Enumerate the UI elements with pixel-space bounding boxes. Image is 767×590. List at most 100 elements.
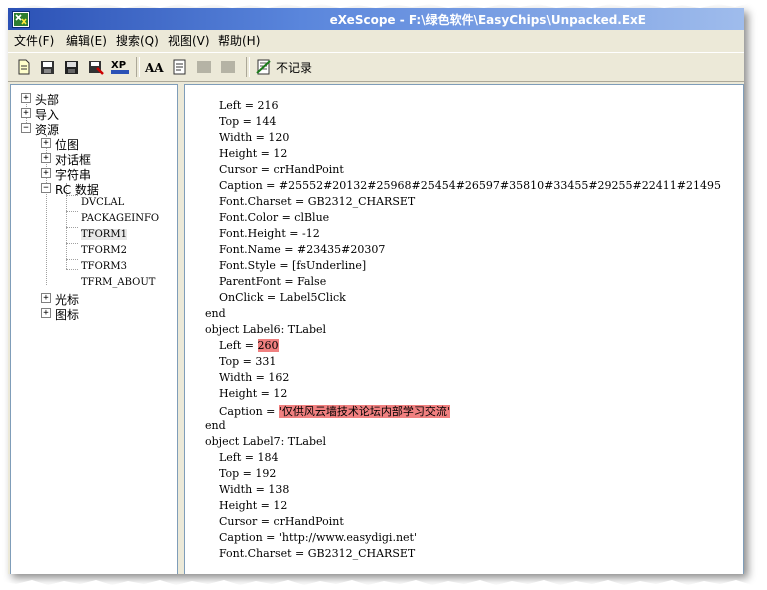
disabled-icon: [194, 57, 214, 77]
code-line: Height = 12: [205, 387, 287, 403]
code-line: Left = 260: [205, 339, 279, 355]
code-line: Width = 138: [205, 483, 289, 499]
menu-search[interactable]: 搜索(Q): [116, 32, 159, 49]
code-line: Top = 144: [205, 115, 276, 131]
toolbar-separator: [136, 57, 140, 77]
code-text: Caption =: [205, 405, 279, 418]
code-line: object Label6: TLabel: [205, 323, 326, 339]
collapse-minus-icon[interactable]: −: [41, 183, 51, 193]
code-text: Font.Charset = GB2312_CHARSET: [205, 547, 416, 560]
expand-plus-icon[interactable]: +: [41, 168, 51, 178]
toolbar: XP AA 不记录: [8, 52, 744, 82]
code-line: Cursor = crHandPoint: [205, 515, 344, 531]
resource-tree[interactable]: + 头部 + 导入 − 资源 + 位图 + 对话框 + 字符串 − RC 数据 …: [10, 84, 178, 574]
font-icon[interactable]: AA: [144, 57, 164, 77]
no-record-icon[interactable]: [254, 57, 274, 77]
code-text: end: [205, 419, 226, 432]
code-text: Font.Color = clBlue: [205, 211, 330, 224]
code-line: end: [205, 307, 226, 323]
code-text: Cursor = crHandPoint: [205, 163, 344, 176]
code-line: Height = 12: [205, 147, 287, 163]
open-icon[interactable]: [38, 57, 58, 77]
code-line: object Label7: TLabel: [205, 435, 326, 451]
code-text: Height = 12: [205, 499, 288, 512]
code-text: OnClick = Label5Click: [205, 291, 346, 304]
code-line: Caption = '仅供风云墙技术论坛内部学习交流': [205, 403, 450, 419]
svg-text:AA: AA: [144, 61, 164, 75]
hex-icon[interactable]: [170, 57, 190, 77]
code-line: Font.Charset = GB2312_CHARSET: [205, 547, 415, 563]
dfm-code-view[interactable]: Left = 216 Top = 144 Width = 120 Height …: [184, 84, 744, 574]
code-text: Font.Charset = GB2312_CHARSET: [205, 195, 416, 208]
code-text: Caption = #25552#20132#25968#25454#26597…: [205, 179, 721, 192]
menu-view[interactable]: 视图(V): [168, 32, 210, 49]
code-line: Top = 331: [205, 355, 276, 371]
code-line: Left = 216: [205, 99, 279, 115]
toolbar-separator: [246, 57, 250, 77]
code-text: Width = 120: [205, 131, 290, 144]
exescope-window: eXeScope - F:\绿色软件\EasyChips\Unpacked.Ex…: [8, 8, 744, 574]
code-line: end: [205, 419, 226, 435]
expand-plus-icon[interactable]: +: [41, 153, 51, 163]
disabled-icon: [218, 57, 238, 77]
code-line: Left = 184: [205, 451, 279, 467]
highlighted-value: '仅供风云墙技术论坛内部学习交流': [278, 405, 450, 418]
code-line: Cursor = crHandPoint: [205, 163, 344, 179]
collapse-minus-icon[interactable]: −: [21, 123, 31, 133]
code-line: Height = 12: [205, 499, 287, 515]
code-text: Cursor = crHandPoint: [205, 515, 344, 528]
code-text: Font.Style = [fsUnderline]: [205, 259, 367, 272]
code-text: object Label7: TLabel: [205, 435, 327, 448]
code-text: Width = 138: [205, 483, 290, 496]
expand-plus-icon[interactable]: +: [21, 93, 31, 103]
tree-line: [66, 211, 78, 212]
code-text: Top = 144: [205, 115, 277, 128]
code-text: object Label6: TLabel: [205, 323, 327, 336]
menu-help[interactable]: 帮助(H): [218, 32, 260, 49]
code-text: Width = 162: [205, 371, 290, 384]
code-line: OnClick = Label5Click: [205, 291, 346, 307]
new-document-icon[interactable]: [14, 57, 34, 77]
expand-plus-icon[interactable]: +: [41, 138, 51, 148]
code-line: ParentFont = False: [205, 275, 326, 291]
code-text: Left = 216: [205, 99, 279, 112]
expand-plus-icon[interactable]: +: [41, 308, 51, 318]
code-text: Font.Height = -12: [205, 227, 320, 240]
save-icon[interactable]: [62, 57, 82, 77]
code-line: Font.Charset = GB2312_CHARSET: [205, 195, 415, 211]
window-title: eXeScope - F:\绿色软件\EasyChips\Unpacked.Ex…: [329, 13, 646, 27]
tree-line: [66, 269, 78, 270]
menu-bar: 文件(F) 编辑(E) 搜索(Q) 视图(V) 帮助(H): [8, 30, 744, 50]
code-line: Font.Color = clBlue: [205, 211, 329, 227]
xp-style-icon[interactable]: XP: [110, 57, 130, 77]
svg-text:XP: XP: [111, 60, 126, 71]
code-line: Caption = #25552#20132#25968#25454#26597…: [205, 179, 721, 195]
torn-top-edge: [0, 0, 767, 8]
code-text: end: [205, 307, 226, 320]
code-text: Top = 331: [205, 355, 277, 368]
pane-splitter[interactable]: [178, 84, 182, 574]
expand-plus-icon[interactable]: +: [21, 108, 31, 118]
code-text: Left = 184: [205, 451, 279, 464]
tree-line: [66, 227, 78, 228]
code-text: ParentFont = False: [205, 275, 327, 288]
code-line: Font.Name = #23435#20307: [205, 243, 385, 259]
code-line: Caption = 'http://www.easydigi.net': [205, 531, 417, 547]
code-line: Font.Style = [fsUnderline]: [205, 259, 366, 275]
highlighted-value: 260: [257, 339, 279, 352]
menu-edit[interactable]: 编辑(E): [66, 32, 107, 49]
torn-bottom-edge: [0, 580, 767, 590]
exescope-app-icon[interactable]: [12, 11, 30, 28]
no-record-label[interactable]: 不记录: [276, 59, 312, 76]
tree-line: [66, 243, 78, 244]
expand-plus-icon[interactable]: +: [41, 293, 51, 303]
code-line: Top = 192: [205, 467, 276, 483]
code-text: Height = 12: [205, 387, 288, 400]
code-text: Caption = 'http://www.easydigi.net': [205, 531, 417, 544]
code-line: Font.Height = -12: [205, 227, 320, 243]
export-icon[interactable]: [86, 57, 106, 77]
code-text: Top = 192: [205, 467, 277, 480]
code-line: Width = 162: [205, 371, 289, 387]
menu-file[interactable]: 文件(F): [14, 32, 54, 49]
code-text: Left =: [205, 339, 258, 352]
